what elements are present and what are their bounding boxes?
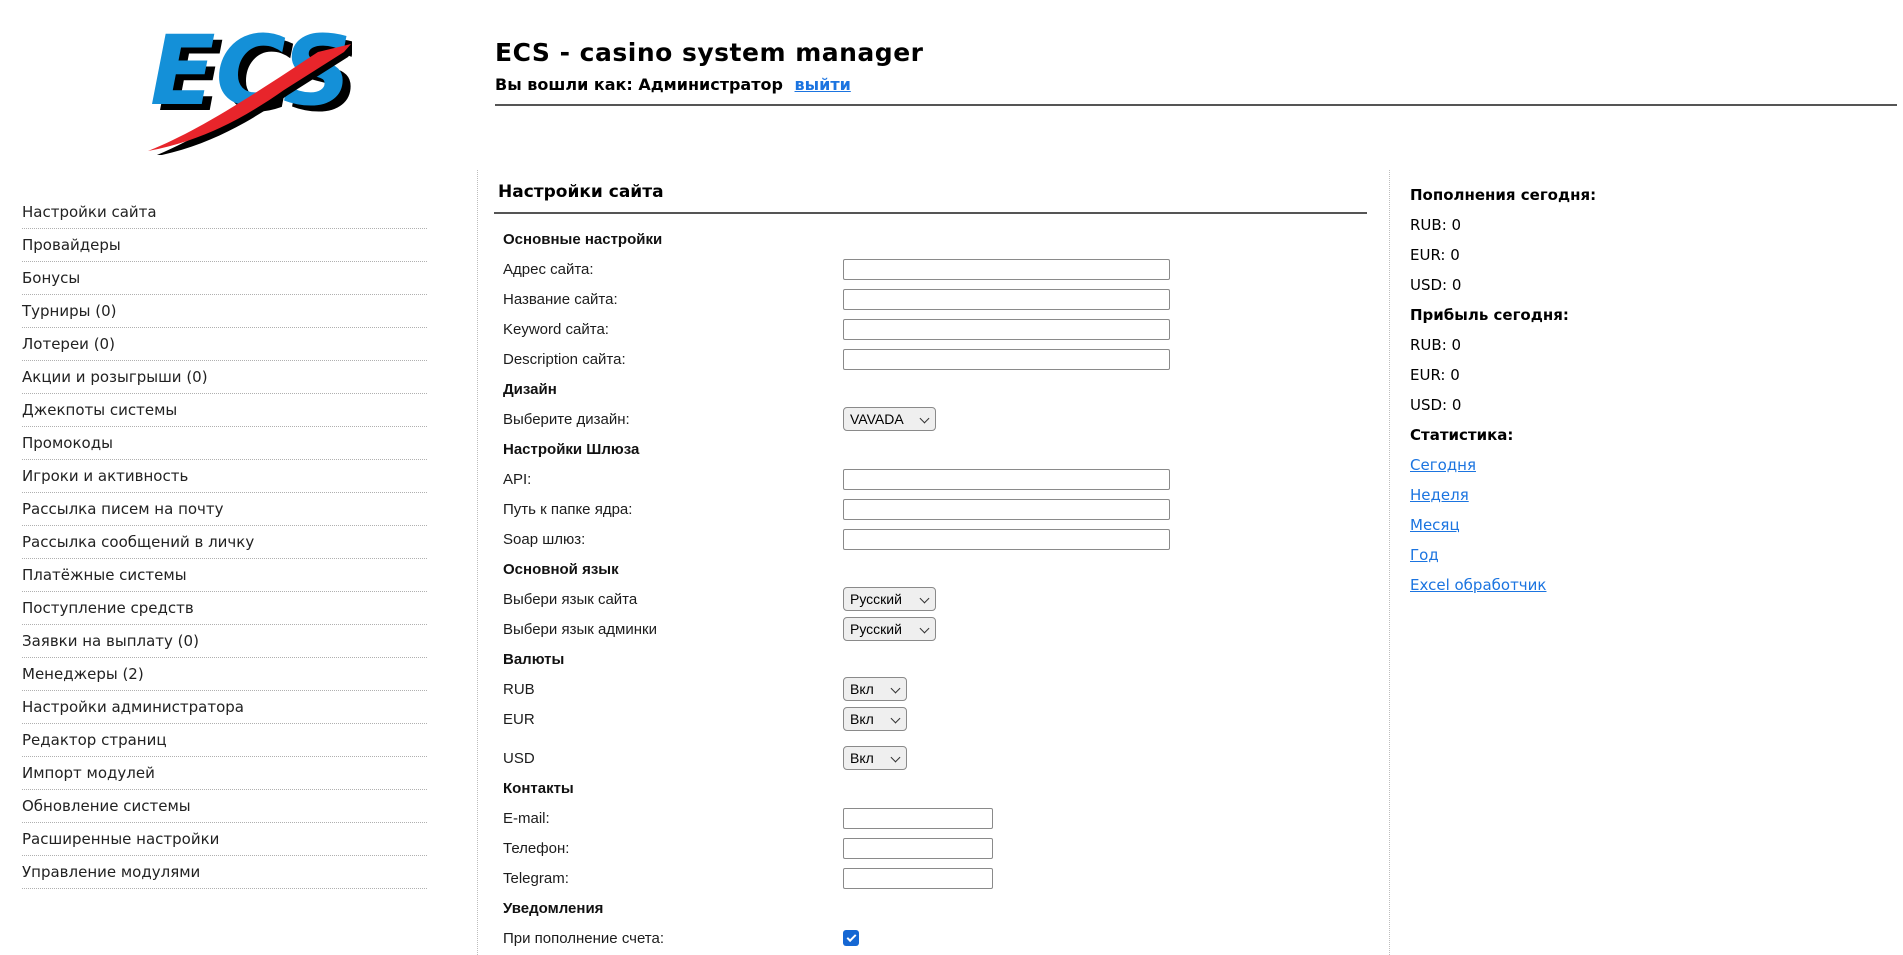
header-divider [495, 104, 1897, 106]
sidebar-item-promocodes[interactable]: Промокоды [22, 427, 427, 460]
deposit-notification-checkbox[interactable] [843, 930, 859, 946]
stats-link-year[interactable]: Год [1410, 546, 1439, 564]
soap-gateway-input[interactable] [843, 528, 1170, 550]
sidebar-item-tournaments[interactable]: Турниры (0) [22, 295, 427, 328]
login-prefix: Вы вошли как: [495, 75, 633, 94]
sidebar-item-managers[interactable]: Менеджеры (2) [22, 658, 427, 691]
profit-eur-value: EUR: 0 [1410, 366, 1460, 384]
deposits-eur-value: EUR: 0 [1410, 246, 1460, 264]
sidebar-item-module-import[interactable]: Импорт модулей [22, 757, 427, 790]
site-address-input[interactable] [843, 258, 1170, 280]
profit-usd-value: USD: 0 [1410, 396, 1462, 414]
api-input[interactable] [843, 468, 1170, 490]
deposit-notification-label: При пополнение счета: [503, 929, 665, 947]
core-folder-path-input[interactable] [843, 498, 1170, 520]
eur-currency-label: EUR [503, 710, 535, 728]
site-language-label: Выбери язык сайта [503, 590, 638, 608]
sidebar-menu: Настройки сайта Провайдеры Бонусы Турнир… [22, 196, 427, 889]
site-name-label: Название сайта: [503, 290, 618, 308]
logged-in-username: Администратор [638, 75, 783, 94]
phone-label: Телефон: [503, 839, 570, 857]
login-status: Вы вошли как: Администратор выйти [495, 75, 1897, 94]
site-description-label: Description сайта: [503, 350, 626, 368]
stats-link-excel[interactable]: Excel обработчик [1410, 576, 1546, 594]
telegram-label: Telegram: [503, 869, 569, 887]
sidebar-item-system-update[interactable]: Обновление системы [22, 790, 427, 823]
profit-today-title: Прибыль сегодня: [1410, 306, 1569, 324]
panel-title: Настройки сайта [498, 182, 664, 202]
design-select-label: Выберите дизайн: [503, 410, 630, 428]
page-header: ECS - casino system manager Вы вошли как… [495, 38, 1897, 106]
section-notifications: Уведомления [503, 899, 604, 917]
site-settings-panel: Настройки сайта Основные настройки Адрес… [477, 170, 1390, 955]
core-folder-path-label: Путь к папке ядра: [503, 500, 633, 518]
section-gateway-settings: Настройки Шлюза [503, 440, 640, 458]
admin-language-label: Выбери язык админки [503, 620, 657, 638]
sidebar-item-module-management[interactable]: Управление модулями [22, 856, 427, 889]
sidebar-item-bonuses[interactable]: Бонусы [22, 262, 427, 295]
checkmark-icon [846, 931, 856, 942]
sidebar-item-pm-newsletter[interactable]: Рассылка сообщений в личку [22, 526, 427, 559]
usd-currency-label: USD [503, 749, 535, 767]
stats-link-month[interactable]: Месяц [1410, 516, 1460, 534]
email-input[interactable] [843, 807, 993, 829]
sidebar-item-admin-settings[interactable]: Настройки администратора [22, 691, 427, 724]
soap-gateway-label: Soap шлюз: [503, 530, 586, 548]
section-basic-settings: Основные настройки [503, 230, 663, 248]
site-settings-form: Основные настройки Адрес сайта: Название… [478, 228, 1389, 949]
site-language-select[interactable]: Русский [843, 587, 936, 611]
stats-panel: Пополнения сегодня: RUB: 0 EUR: 0 USD: 0… [1410, 180, 1710, 600]
sidebar-item-page-editor[interactable]: Редактор страниц [22, 724, 427, 757]
telegram-input[interactable] [843, 867, 993, 889]
sidebar-item-advanced-settings[interactable]: Расширенные настройки [22, 823, 427, 856]
ecs-logo: ECS ECS [132, 10, 360, 157]
section-main-language: Основной язык [503, 560, 619, 578]
deposits-today-title: Пополнения сегодня: [1410, 186, 1597, 204]
panel-divider [494, 212, 1367, 214]
sidebar-item-players-activity[interactable]: Игроки и активность [22, 460, 427, 493]
app-title: ECS - casino system manager [495, 38, 924, 67]
site-description-input[interactable] [843, 348, 1170, 370]
sidebar-item-providers[interactable]: Провайдеры [22, 229, 427, 262]
site-address-label: Адрес сайта: [503, 260, 594, 278]
deposits-usd-value: USD: 0 [1410, 276, 1462, 294]
profit-rub-value: RUB: 0 [1410, 336, 1462, 354]
usd-currency-select[interactable]: Вкл [843, 746, 907, 770]
sidebar-item-lotteries[interactable]: Лотереи (0) [22, 328, 427, 361]
ecs-logo-graphic: ECS ECS [148, 15, 360, 157]
site-keyword-label: Keyword сайта: [503, 320, 609, 338]
section-design: Дизайн [503, 380, 557, 398]
email-label: E-mail: [503, 809, 550, 827]
sidebar-item-promotions[interactable]: Акции и розыгрыши (0) [22, 361, 427, 394]
rub-currency-select[interactable]: Вкл [843, 677, 907, 701]
admin-language-select[interactable]: Русский [843, 617, 936, 641]
sidebar-item-site-settings[interactable]: Настройки сайта [22, 196, 427, 229]
section-currencies: Валюты [503, 650, 565, 668]
site-keyword-input[interactable] [843, 318, 1170, 340]
design-select[interactable]: VAVADA [843, 407, 936, 431]
deposits-rub-value: RUB: 0 [1410, 216, 1462, 234]
sidebar-item-email-newsletter[interactable]: Рассылка писем на почту [22, 493, 427, 526]
statistics-title: Статистика: [1410, 426, 1514, 444]
phone-input[interactable] [843, 837, 993, 859]
api-label: API: [503, 470, 532, 488]
sidebar-item-payout-requests[interactable]: Заявки на выплату (0) [22, 625, 427, 658]
sidebar-item-payment-systems[interactable]: Платёжные системы [22, 559, 427, 592]
stats-link-week[interactable]: Неделя [1410, 486, 1469, 504]
site-name-input[interactable] [843, 288, 1170, 310]
sidebar-item-jackpots[interactable]: Джекпоты системы [22, 394, 427, 427]
stats-link-today[interactable]: Сегодня [1410, 456, 1476, 474]
logout-link[interactable]: выйти [795, 75, 851, 94]
sidebar-item-incoming-funds[interactable]: Поступление средств [22, 592, 427, 625]
section-contacts: Контакты [503, 779, 574, 797]
rub-currency-label: RUB [503, 680, 535, 698]
eur-currency-select[interactable]: Вкл [843, 707, 907, 731]
